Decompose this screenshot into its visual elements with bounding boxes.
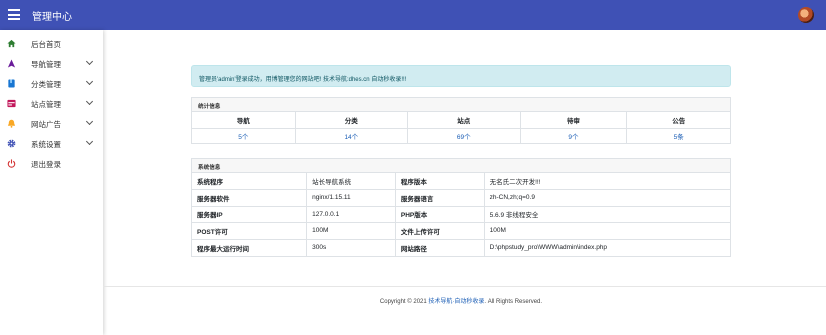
info-value: zh-CN,zh;q=0.9 [484,189,730,207]
footer-site-link[interactable]: 技术导航·自动秒收录 [428,299,484,305]
info-key: 程序版本 [395,173,485,190]
info-key: 服务器软件 [192,189,308,207]
login-success-alert: 管理员'admin'登录成功，用博管理您的网站吧! 技术导航:dhes.cn 自… [191,65,731,87]
table-row: 程序最大运行时间 300s 网站路径 D:\phpstudy_pro\WWW\a… [192,239,730,256]
stats-table: 导航 分类 站点 待审 公告 5个 14个 69个 9个 5条 [192,112,730,143]
sidebar-item-label: 网站广告 [31,120,61,129]
user-avatar[interactable] [798,7,814,23]
footer-copyright-prefix: Copyright © 2021 [379,299,429,305]
stats-value-link[interactable]: 5条 [627,128,730,143]
top-app-bar: 管理中心 [0,0,826,30]
info-value: 5.6.9 非线程安全 [484,206,730,223]
stats-header: 分类 [295,112,409,129]
table-row: 服务器IP 127.0.0.1 PHP版本 5.6.9 非线程安全 [192,206,730,223]
table-row: POST许可 100M 文件上传许可 100M [192,222,730,240]
sidebar-item-label: 退出登录 [31,160,61,169]
info-key: POST许可 [192,222,308,240]
sidebar-item-categories[interactable]: 分类管理 [0,73,103,93]
stats-header: 导航 [192,112,296,129]
chevron-down-icon [85,77,94,86]
table-row: 系统程序 站长导航系统 程序版本 无名氏二次开发!!! [192,173,730,190]
sidebar-item-label: 分类管理 [31,80,61,89]
sidebar-item-label: 后台首页 [31,40,61,49]
info-key: 文件上传许可 [395,222,485,240]
stats-card-title: 统计信息 [192,98,730,112]
book-icon [8,79,15,88]
bell-icon [7,119,16,128]
gear-icon [7,139,16,148]
chevron-down-icon [85,57,94,66]
info-key: 网站路径 [395,239,485,256]
info-value: 127.0.0.1 [306,206,396,223]
info-value: 100M [484,222,730,240]
sidebar: 后台首页 导航管理 分类管理 站点管理 网站广告 系统设置 退出登录 [0,30,103,335]
info-value: 站长导航系统 [306,173,396,190]
main-content: 管理员'admin'登录成功，用博管理您的网站吧! 技术导航:dhes.cn 自… [103,30,826,335]
info-value: nginx/1.15.11 [306,189,396,207]
stats-value-link[interactable]: 5个 [192,128,296,143]
table-row: 服务器软件 nginx/1.15.11 服务器语言 zh-CN,zh;q=0.9 [192,189,730,207]
sidebar-item-logout[interactable]: 退出登录 [0,153,103,173]
sidebar-item-ads[interactable]: 网站广告 [0,113,103,133]
stats-value-link[interactable]: 9个 [520,128,628,143]
info-key: 服务器语言 [395,189,485,207]
site-icon [7,99,16,108]
info-value: 100M [306,222,396,240]
chevron-down-icon [85,137,94,146]
stats-header: 待审 [520,112,628,129]
home-icon [7,39,16,48]
system-info-title: 系统信息 [192,159,730,173]
navigation-icon [7,59,16,68]
stats-card: 统计信息 导航 分类 站点 待审 公告 5个 14个 69个 9个 5条 [191,97,731,144]
chevron-down-icon [85,97,94,106]
stats-header: 公告 [626,112,730,129]
system-info-card: 系统信息 系统程序 站长导航系统 程序版本 无名氏二次开发!!! 服务器软件 n… [191,158,731,257]
info-key: 服务器IP [192,206,308,223]
sidebar-item-navigation[interactable]: 导航管理 [0,53,103,73]
sidebar-item-label: 站点管理 [31,100,61,109]
app-title: 管理中心 [32,12,72,23]
info-key: 系统程序 [192,173,308,190]
info-value: 300s [306,239,396,256]
system-info-table: 系统程序 站长导航系统 程序版本 无名氏二次开发!!! 服务器软件 nginx/… [192,173,730,256]
sidebar-item-label: 系统设置 [31,140,61,149]
stats-value-link[interactable]: 14个 [295,128,409,143]
chevron-down-icon [85,117,94,126]
sidebar-item-sites[interactable]: 站点管理 [0,93,103,113]
stats-value-link[interactable]: 69个 [407,128,521,143]
sidebar-item-label: 导航管理 [31,60,61,69]
info-key: PHP版本 [395,206,485,223]
footer: Copyright © 2021 技术导航·自动秒收录. All Rights … [191,296,731,305]
footer-divider [103,286,826,287]
info-value: 无名氏二次开发!!! [484,173,730,190]
sidebar-item-settings[interactable]: 系统设置 [0,133,103,153]
sidebar-item-dashboard[interactable]: 后台首页 [0,33,103,53]
info-value: D:\phpstudy_pro\WWW\admin\index.php [489,244,608,251]
hamburger-menu-icon[interactable] [8,9,20,20]
power-icon [7,159,16,168]
footer-copyright-suffix: . All Rights Reserved. [484,299,543,305]
stats-header: 站点 [407,112,521,129]
info-key: 程序最大运行时间 [192,239,308,256]
